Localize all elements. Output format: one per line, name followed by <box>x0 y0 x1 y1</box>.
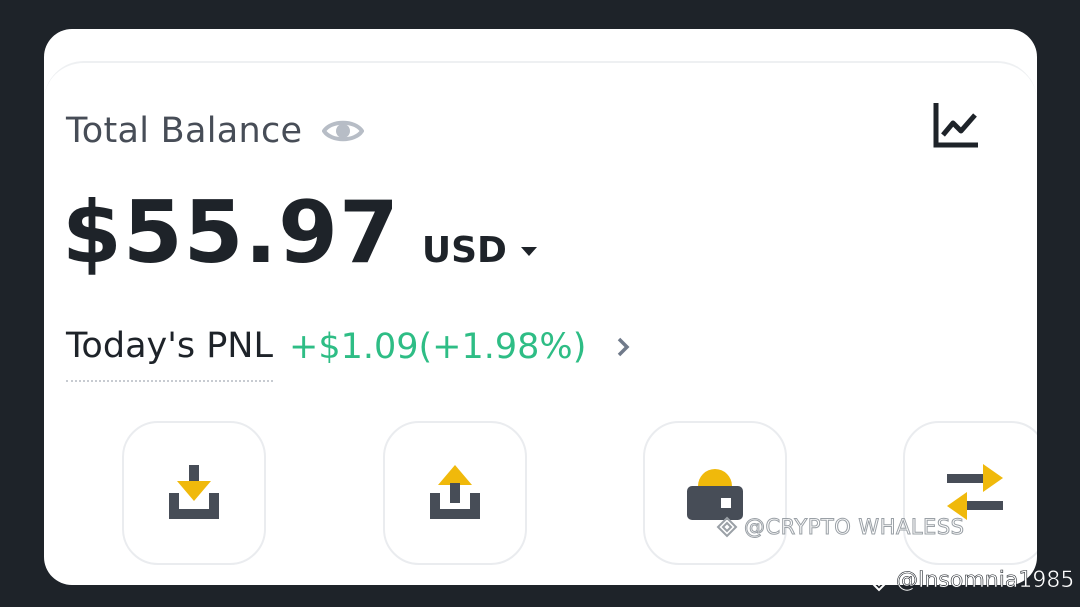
currency-selector[interactable]: USD <box>422 230 539 271</box>
deposit-icon <box>165 463 223 523</box>
todays-pnl-row: Today's PNL +$1.09(+1.98%) <box>66 312 630 382</box>
todays-pnl-label[interactable]: Today's PNL <box>66 326 273 382</box>
total-balance-label: Total Balance <box>66 111 303 151</box>
line-chart-icon[interactable] <box>932 101 980 149</box>
chevron-right-icon[interactable] <box>616 336 630 358</box>
transfer-button[interactable] <box>903 421 1037 565</box>
eye-icon[interactable] <box>322 116 365 146</box>
deposit-button[interactable] <box>122 421 266 565</box>
watermark-primary: @CRYPTO WHALESS <box>716 515 965 540</box>
withdraw-icon <box>426 463 484 523</box>
watermark-primary-text: @CRYPTO WHALESS <box>743 515 965 540</box>
currency-label: USD <box>421 230 507 271</box>
watermark-logo-icon <box>716 516 738 538</box>
watermark-secondary: @Insomnia1985 <box>868 568 1075 594</box>
lock-button[interactable] <box>643 421 787 565</box>
balance-amount: $55.97 <box>62 183 400 283</box>
withdraw-button[interactable] <box>383 421 527 565</box>
balance-amount-row: $55.97 USD <box>62 183 539 283</box>
balance-card: Total Balance $55.97 USD Today's PNL +$1… <box>44 29 1037 585</box>
todays-pnl-value[interactable]: +$1.09(+1.98%) <box>289 327 586 367</box>
watermark-logo-icon <box>868 570 890 592</box>
watermark-secondary-text: @Insomnia1985 <box>896 568 1075 594</box>
card-inner-edge <box>44 61 1037 103</box>
caret-down-icon <box>519 245 539 257</box>
total-balance-header: Total Balance <box>66 111 365 151</box>
